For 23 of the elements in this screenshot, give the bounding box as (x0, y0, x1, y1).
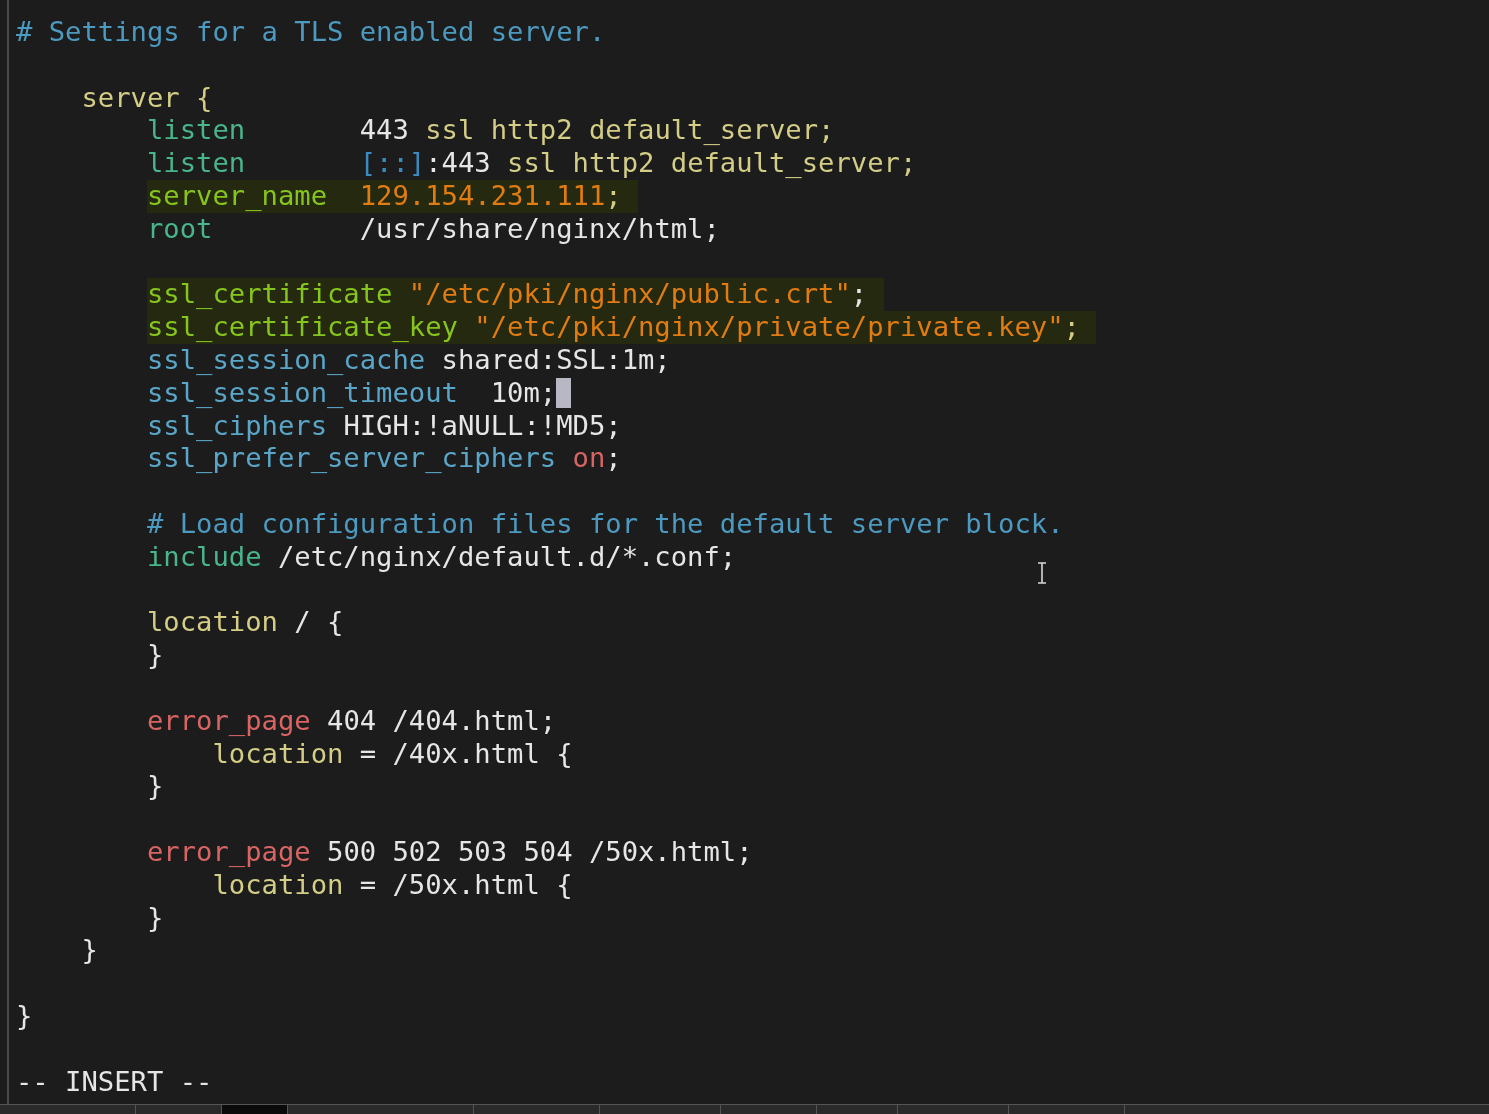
code-line: } (16, 999, 34, 1033)
code-line: ssl_session_timeout 10m; (146, 376, 558, 410)
code-line: } (146, 901, 165, 935)
code-line: root /usr/share/nginx/html; (146, 212, 721, 246)
ibeam-cursor-icon (1037, 562, 1047, 584)
code-line: location = /50x.html { (212, 868, 574, 902)
code-line: } (146, 770, 165, 804)
mode-indicator: -- INSERT -- (16, 1065, 214, 1099)
code-line: listen [::]:443 ssl http2 default_server; (146, 147, 918, 180)
code-line: error_page 500 502 503 504 /50x.html; (146, 835, 754, 869)
code-line: # Settings for a TLS enabled server. (16, 16, 607, 49)
code-line: listen 443 ssl http2 default_server; (146, 114, 836, 148)
code-line: location = /40x.html { (212, 737, 574, 771)
code-line: ssl_ciphers HIGH:!aNULL:!MD5; (146, 409, 623, 443)
code-line: # Load configuration files for the default server block. (146, 507, 1065, 541)
code-line: error_page 404 /404.html; (146, 704, 558, 738)
code-line: ssl_prefer_server_ciphers on; (146, 442, 623, 476)
code-line: location / { (146, 606, 345, 640)
code-line: } (146, 639, 165, 672)
code-line: server { (81, 81, 214, 115)
code-line: } (81, 934, 99, 968)
code-line: ssl_session_cache shared:SSL:1m; (146, 343, 672, 377)
code-line: include /etc/nginx/default.d/*.conf; (146, 540, 738, 574)
